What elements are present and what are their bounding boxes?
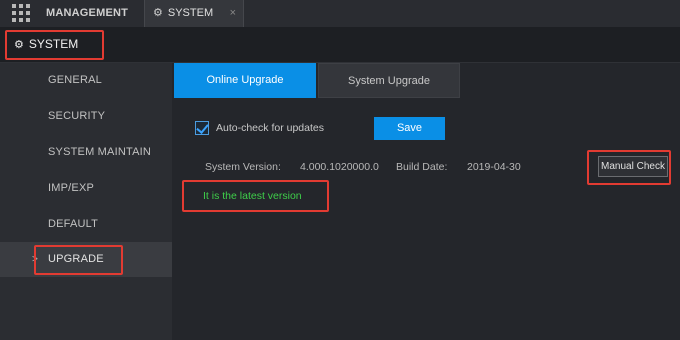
tab-management-label: MANAGEMENT	[46, 7, 129, 19]
sidebar-item-upgrade[interactable]: > UPGRADE	[0, 242, 172, 277]
sidebar-item-label: UPGRADE	[48, 253, 104, 265]
sidebar-item-label: DEFAULT	[48, 218, 99, 230]
build-date-value: 2019-04-30	[467, 161, 521, 173]
gear-icon: ⚙	[153, 7, 163, 19]
manual-check-button[interactable]: Manual Check	[598, 156, 668, 177]
tab-system[interactable]: ⚙ SYSTEM ×	[144, 0, 244, 27]
top-tab-bar: MANAGEMENT ⚙ SYSTEM ×	[0, 0, 680, 27]
system-version-value: 4.000.1020000.0	[300, 161, 379, 173]
sidebar-item-label: GENERAL	[48, 74, 102, 86]
sidebar-item-system-maintain[interactable]: SYSTEM MAINTAIN	[0, 135, 172, 170]
grid-menu-icon[interactable]	[12, 4, 30, 22]
sidebar-item-label: SYSTEM MAINTAIN	[48, 146, 152, 158]
tab-system-label: SYSTEM	[167, 7, 214, 19]
sidebar-item-imp-exp[interactable]: IMP/EXP	[0, 171, 172, 206]
chevron-right-icon: >	[32, 254, 39, 265]
tab-online-upgrade[interactable]: Online Upgrade	[174, 63, 316, 98]
tab-management[interactable]: MANAGEMENT	[38, 0, 140, 27]
save-button[interactable]: Save	[374, 117, 445, 140]
system-version-label: System Version:	[205, 161, 281, 173]
auto-check-label: Auto-check for updates	[216, 122, 324, 134]
tab-system-upgrade[interactable]: System Upgrade	[318, 63, 460, 98]
sidebar-item-security[interactable]: SECURITY	[0, 99, 172, 134]
sidebar-item-general[interactable]: GENERAL	[0, 63, 172, 98]
sidebar-item-label: IMP/EXP	[48, 182, 95, 194]
sidebar: GENERAL SECURITY SYSTEM MAINTAIN IMP/EXP…	[0, 63, 172, 340]
page-title-label: SYSTEM	[28, 37, 79, 51]
sidebar-item-default[interactable]: DEFAULT	[0, 207, 172, 242]
page-title: ⚙ SYSTEM	[14, 37, 78, 51]
gear-icon: ⚙	[14, 39, 24, 51]
build-date-label: Build Date:	[396, 161, 448, 173]
status-message: It is the latest version	[203, 190, 302, 202]
sidebar-item-label: SECURITY	[48, 110, 106, 122]
close-icon[interactable]: ×	[230, 0, 236, 27]
section-header: ⚙ SYSTEM	[0, 27, 680, 63]
main-content: Online Upgrade System Upgrade Auto-check…	[172, 63, 680, 340]
auto-check-checkbox[interactable]	[195, 121, 209, 135]
